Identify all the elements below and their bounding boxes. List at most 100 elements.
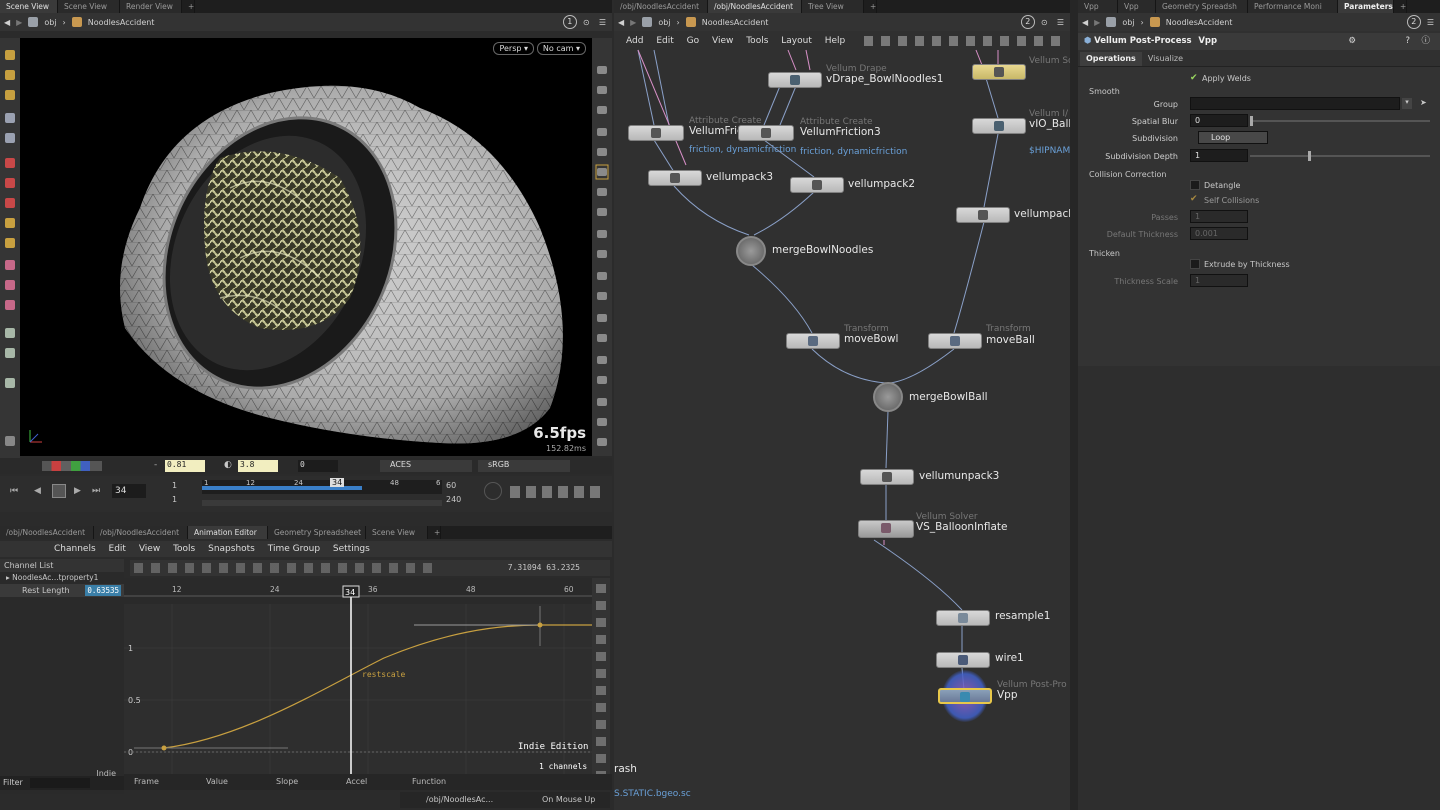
3d-viewport[interactable]: Persp ▾ No cam ▾ 6.5fps 152.82ms: [20, 38, 592, 456]
node-vellumpack2-label[interactable]: vellumpack2: [848, 178, 915, 190]
group-field[interactable]: [1190, 97, 1400, 110]
node-vpp-label[interactable]: Vpp: [997, 689, 1018, 701]
menu-edit[interactable]: Edit: [109, 544, 126, 554]
thickness-scale-field[interactable]: 1: [1190, 274, 1248, 287]
play-icon[interactable]: ▶: [74, 486, 81, 496]
status-mode[interactable]: On Mouse Up: [542, 795, 595, 804]
node-vellumpack2[interactable]: [790, 177, 844, 193]
node-vellumpack3-label[interactable]: vellumpack3: [706, 171, 773, 183]
channel-value[interactable]: 0.63535: [85, 585, 121, 596]
menu-tools[interactable]: Tools: [173, 544, 195, 554]
add-tab-icon-2[interactable]: +: [428, 526, 441, 539]
menu-view[interactable]: View: [139, 544, 160, 554]
node-attr2-label[interactable]: VellumFriction3: [800, 126, 881, 138]
node-merge-bowl-noodles[interactable]: [736, 236, 766, 266]
gamma-field[interactable]: 3.8: [238, 460, 278, 472]
node-resample[interactable]: [936, 610, 990, 626]
node-vellum-unpack[interactable]: [860, 469, 914, 485]
node-vdrape-label[interactable]: vDrape_BowlNoodles1: [826, 73, 943, 85]
spatial-blur-field[interactable]: 0: [1190, 114, 1248, 127]
back-arrow-icon[interactable]: ◀: [4, 18, 10, 27]
node-wire-label[interactable]: wire1: [995, 652, 1024, 664]
apply-welds-checkbox[interactable]: ✔: [1190, 73, 1200, 83]
node-t2-label[interactable]: moveBall: [986, 334, 1035, 346]
tab-performance[interactable]: Performance Moni: [1248, 0, 1338, 13]
params-pane-link[interactable]: 2: [1406, 15, 1421, 29]
channel-node-row[interactable]: ▸ NoodlesAc...tproperty1: [0, 572, 124, 584]
path-node[interactable]: NoodlesAccident: [88, 18, 155, 27]
params-path-node[interactable]: NoodlesAccident: [1166, 18, 1233, 27]
play-reverse-icon[interactable]: ◀: [34, 486, 41, 496]
minus-button[interactable]: -: [154, 460, 157, 470]
tool-icons[interactable]: [0, 38, 20, 458]
path-context[interactable]: obj: [44, 18, 56, 27]
node-t1-label[interactable]: moveBowl: [844, 333, 898, 345]
current-frame-field[interactable]: 34: [112, 484, 146, 498]
range-end-2[interactable]: 240: [446, 495, 461, 504]
tab-vpp-2[interactable]: Vpp: [1118, 0, 1156, 13]
animation-graph[interactable]: 12 24 36 48 60 1 0.5 0 restscale 34 Indi…: [124, 578, 592, 790]
jump-start-icon[interactable]: ⏮: [10, 486, 18, 496]
forward-arrow-icon[interactable]: ▶: [16, 18, 22, 27]
params-path-context[interactable]: obj: [1122, 18, 1134, 27]
gear-icon[interactable]: ⚙: [1348, 33, 1356, 50]
tab-scene-view-3[interactable]: Scene View: [366, 526, 428, 539]
subtab-operations[interactable]: Operations: [1080, 52, 1142, 66]
pane-link-number[interactable]: 1: [562, 15, 577, 29]
default-thickness-field[interactable]: 0.001: [1190, 227, 1248, 240]
node-vpp[interactable]: [938, 688, 992, 704]
group-select-arrow-icon[interactable]: ➤: [1420, 98, 1427, 107]
node-attr-create-1[interactable]: [628, 125, 684, 141]
offset-field[interactable]: 0: [298, 460, 338, 472]
graph-view-icons[interactable]: [596, 584, 606, 784]
stop-icon[interactable]: [52, 484, 66, 498]
node-unpack-label[interactable]: vellumunpack3: [919, 470, 999, 482]
timeline[interactable]: 1 12 24 34 48 6: [202, 478, 442, 494]
jump-end-icon[interactable]: ⏭: [92, 486, 100, 496]
spatial-blur-slider[interactable]: [1250, 116, 1430, 126]
menu-channels[interactable]: Channels: [54, 544, 96, 554]
menu-time-group[interactable]: Time Group: [268, 544, 320, 554]
node-vellumpack3[interactable]: [648, 170, 702, 186]
node-wire[interactable]: [936, 652, 990, 668]
node-vellumpack-right-label[interactable]: vellumpack: [1014, 208, 1070, 220]
node-solver-label[interactable]: VS_BalloonInflate: [916, 521, 1007, 533]
detangle-checkbox[interactable]: [1190, 180, 1200, 190]
help-icon[interactable]: ?: [1405, 33, 1410, 50]
params-menu-icon[interactable]: ☰: [1427, 18, 1434, 27]
menu-settings[interactable]: Settings: [333, 544, 370, 554]
spatial-blur-handle[interactable]: [1250, 116, 1253, 126]
tab-geometry-spreadsheet[interactable]: Geometry Spreadsheet: [268, 526, 366, 539]
node-move-ball[interactable]: [928, 333, 982, 349]
snapshot-icons[interactable]: [42, 461, 102, 471]
display-option-icons[interactable]: [592, 38, 612, 456]
node-merge1-label[interactable]: mergeBowlNoodles: [772, 244, 873, 256]
extrude-checkbox[interactable]: [1190, 259, 1200, 269]
node-vellum-solver[interactable]: [858, 520, 914, 538]
node-vellum-solver-top[interactable]: [972, 64, 1026, 80]
tab-scene-view-2[interactable]: Scene View: [58, 0, 120, 13]
channel-row[interactable]: Rest Length 0.63535: [0, 584, 124, 597]
params-forward-icon[interactable]: ▶: [1094, 18, 1100, 27]
graph-right-toolbar[interactable]: [592, 578, 610, 790]
subdivision-depth-slider[interactable]: [1250, 151, 1430, 161]
tab-render-view[interactable]: Render View: [120, 0, 182, 13]
info-icon[interactable]: ⓘ: [1421, 33, 1430, 50]
node-vdrape[interactable]: [768, 72, 822, 88]
display-select[interactable]: sRGB: [478, 460, 570, 472]
status-path[interactable]: /obj/NoodlesAc...: [426, 795, 493, 804]
subdivision-select[interactable]: Loop: [1198, 131, 1268, 144]
node-merge-bowl-ball[interactable]: [873, 382, 903, 412]
self-collisions-checkbox[interactable]: ✔: [1190, 194, 1200, 204]
subdivision-depth-field[interactable]: 1: [1190, 149, 1248, 162]
passes-field[interactable]: 1: [1190, 210, 1248, 223]
tab-network-2[interactable]: /obj/NoodlesAccident: [94, 526, 188, 539]
tab-vpp-1[interactable]: Vpp: [1078, 0, 1118, 13]
subdivision-depth-handle[interactable]: [1308, 151, 1311, 161]
node-attr-create-2[interactable]: [738, 125, 794, 141]
node-vellumpack-right[interactable]: [956, 207, 1010, 223]
range-start-2[interactable]: 1: [172, 495, 177, 504]
tab-parameters[interactable]: Parameters: [1338, 0, 1394, 13]
graph-tool-icons[interactable]: [134, 563, 434, 573]
range-start[interactable]: 1: [172, 481, 177, 490]
